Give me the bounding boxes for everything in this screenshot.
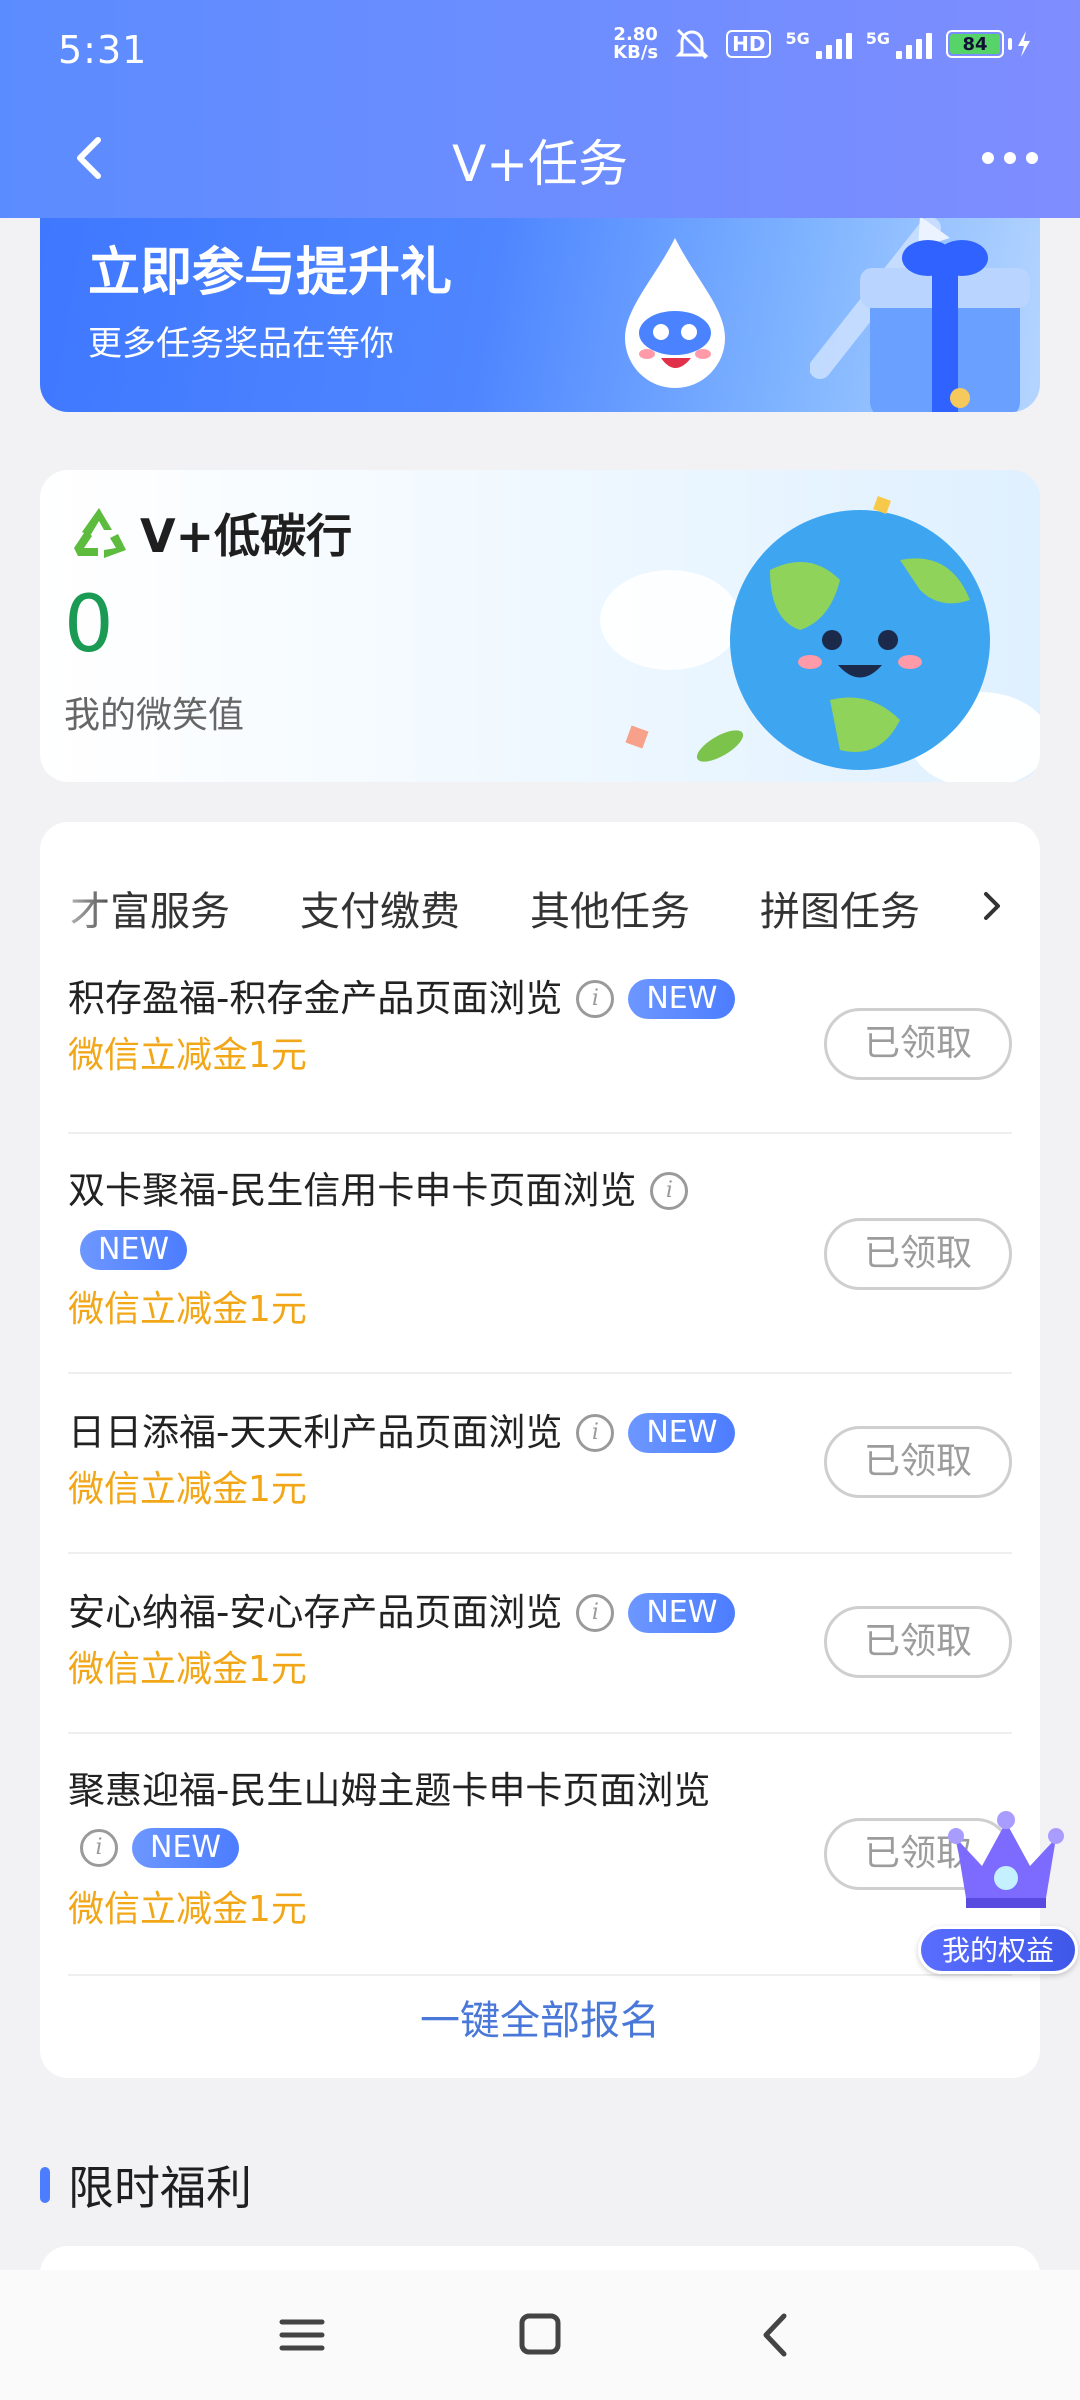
task-reward: 微信立减金1元 [68,1289,307,1330]
task-name: 日日添福-天天利产品页面浏览 [68,1411,563,1454]
more-dots-icon[interactable] [970,138,1050,178]
gift-box-illustration [810,218,1030,412]
task-row: 双卡聚福-民生信用卡申卡页面浏览 i NEW 微信立减金1元 已领取 [68,1134,1012,1374]
promo-subline: 更多任务奖品在等你 [88,324,394,364]
earth-illustration [600,496,1040,782]
recycle-icon [74,508,126,558]
status-icons: 2.80 KB/s HD 5G 5G 84 [613,26,1032,62]
new-badge: NEW [628,979,736,1019]
net-speed-unit: KB/s [613,42,659,63]
status-time: 5:31 [58,28,148,72]
info-icon[interactable]: i [576,1594,615,1632]
claimed-button[interactable]: 已领取 [824,1008,1012,1080]
task-title-row: 安心纳福-安心存产品页面浏览 i NEW [68,1584,808,1642]
carbon-title-row: V+低碳行 [68,500,352,566]
task-row: 日日添福-天天利产品页面浏览 i NEW 微信立减金1元 已领取 [68,1374,1012,1554]
my-benefits-float[interactable]: 我的权益 [916,1808,1080,1978]
smile-value: 0 [64,580,114,670]
task-reward: 微信立减金1元 [68,1035,307,1076]
task-row: 积存盈福-积存金产品页面浏览 i NEW 微信立减金1元 已领取 [68,956,1012,1134]
charging-icon [1018,31,1030,57]
signup-all-link[interactable]: 一键全部报名 [40,1988,1040,2046]
menu-icon[interactable] [272,2310,332,2360]
info-icon[interactable]: i [80,1829,118,1867]
info-icon[interactable]: i [576,980,615,1018]
mute-bell-icon [675,28,709,60]
promo-headline: 立即参与提升礼 [88,243,453,303]
signal-2-label: 5G [865,29,890,48]
signal-1-label: 5G [785,29,810,48]
page-title: V+任务 [451,135,629,193]
tabs-fade-overlay [40,868,120,948]
task-tabs: 才富服务 支付缴费 其他任务 拼图任务 [40,868,1040,948]
net-speed: 2.80 KB/s [613,26,658,62]
task-list: 积存盈福-积存金产品页面浏览 i NEW 微信立减金1元 已领取 双卡聚福-民生… [68,956,1012,1976]
claimed-button[interactable]: 已领取 [824,1218,1012,1290]
task-name: 双卡聚福-民生信用卡申卡页面浏览 [68,1169,637,1212]
battery-level: 84 [950,34,1000,55]
signal-1-icon: 5G [785,29,852,59]
carbon-title: V+低碳行 [140,509,353,563]
chevron-right-icon[interactable] [972,876,1012,936]
task-badge-row: NEW [80,1230,188,1270]
task-reward: 微信立减金1元 [68,1889,307,1930]
crown-icon [948,1811,1064,1908]
task-title-row: 积存盈福-积存金产品页面浏览 i NEW [68,970,808,1028]
signal-2-icon: 5G [866,29,932,59]
app-header: 5:31 2.80 KB/s HD 5G 5G 84 V+任务 [0,0,1080,218]
hd-icon: HD [726,30,772,58]
nav-bar: V+任务 [0,110,1080,210]
task-list-card: 才富服务 支付缴费 其他任务 拼图任务 积存盈福-积存金产品页面浏览 i NEW… [40,822,1040,2078]
home-square-icon[interactable] [510,2310,570,2360]
low-carbon-card[interactable]: V+低碳行 0 我的微笑值 [40,470,1040,782]
task-title-row: 双卡聚福-民生信用卡申卡页面浏览 i [68,1162,808,1220]
status-bar: 5:31 2.80 KB/s HD 5G 5G 84 [0,0,1080,110]
section-title-text: 限时福利 [68,2161,252,2215]
task-name: 积存盈福-积存金产品页面浏览 [68,977,563,1020]
smile-value-label: 我的微笑值 [64,695,245,736]
claimed-button[interactable]: 已领取 [824,1606,1012,1678]
task-name: 聚惠迎福-民生山姆主题卡申卡页面浏览 [68,1769,711,1812]
tab-payment[interactable]: 支付缴费 [300,879,460,937]
task-name: 安心纳福-安心存产品页面浏览 [68,1591,563,1634]
task-row: 安心纳福-安心存产品页面浏览 i NEW 微信立减金1元 已领取 [68,1554,1012,1734]
back-triangle-icon[interactable] [746,2310,806,2360]
battery-icon: 84 [946,30,1032,58]
new-badge: NEW [132,1828,240,1868]
claimed-button[interactable]: 已领取 [824,1426,1012,1498]
new-badge: NEW [80,1230,188,1270]
mascot-illustration [625,238,725,388]
section-accent-bar [40,2167,50,2203]
new-badge: NEW [628,1413,736,1453]
my-benefits-label: 我的权益 [918,1926,1078,1974]
task-reward: 微信立减金1元 [68,1469,307,1510]
info-icon[interactable]: i [576,1414,615,1452]
new-badge: NEW [628,1593,736,1633]
task-reward: 微信立减金1元 [68,1649,307,1690]
task-row: 聚惠迎福-民生山姆主题卡申卡页面浏览 i NEW 微信立减金1元 已领取 [68,1734,1012,1976]
promo-banner[interactable]: 立即参与提升礼 更多任务奖品在等你 [40,218,1040,412]
tab-puzzle-tasks[interactable]: 拼图任务 [760,879,920,937]
system-nav-bar [0,2270,1080,2400]
task-title-row: 日日添福-天天利产品页面浏览 i NEW [68,1404,808,1462]
info-icon[interactable]: i [650,1172,689,1210]
task-badge-row: i NEW [66,1828,240,1868]
section-title-limited: 限时福利 [40,2152,252,2218]
tab-other-tasks[interactable]: 其他任务 [530,879,690,937]
task-title-row: 聚惠迎福-民生山姆主题卡申卡页面浏览 [68,1762,808,1820]
